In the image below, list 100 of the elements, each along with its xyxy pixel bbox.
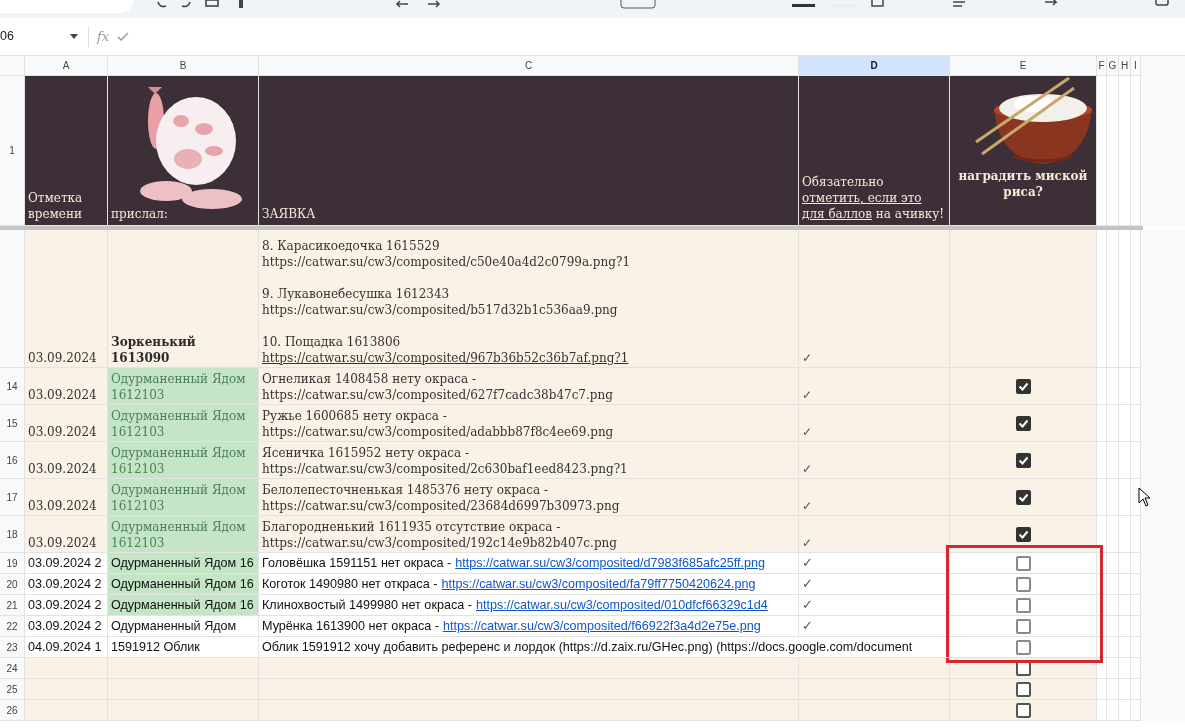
cell-text: Одурманенный Ядом 16 xyxy=(111,596,254,614)
cell-text: 04.09.2024 1 xyxy=(28,638,102,656)
cell-text: https://catwar.su/cw3/composited/adabbb87f8c4ee69.png xyxy=(262,424,615,440)
row-number: 23 xyxy=(6,640,18,655)
cell-text: Ружье 1600685 нету окраса - xyxy=(262,408,448,424)
row-number: 25 xyxy=(6,682,18,697)
link[interactable]: https://catwar.su/cw3/composited/d7983f685afc25ff.png xyxy=(455,553,766,573)
cell-text: 03.09.2024 2 xyxy=(28,575,102,593)
checkbox[interactable] xyxy=(1015,452,1031,468)
redo-icon[interactable] xyxy=(181,1,191,8)
column-header[interactable]: B xyxy=(108,56,259,76)
borders-icon[interactable] xyxy=(871,0,884,7)
cell-text: Одурманенный Ядом 1612103 xyxy=(111,519,247,551)
row-number: 18 xyxy=(6,527,18,542)
column-header[interactable]: E xyxy=(950,56,1097,76)
caret-icon[interactable] xyxy=(70,34,78,39)
row-number: 22 xyxy=(6,619,18,634)
check-mark: ✓ xyxy=(802,461,813,477)
cell-text: Благородненький 1611935 отсутствие окраса - xyxy=(262,519,562,535)
column-title: прислал: xyxy=(111,206,168,222)
align-icon[interactable] xyxy=(952,1,966,7)
link[interactable]: https://catwar.su/cw3/composited/fa79ff7750420624.png xyxy=(441,574,756,594)
undo-icon[interactable] xyxy=(157,1,167,8)
check-mark: ✓ xyxy=(802,424,813,440)
checkbox[interactable] xyxy=(1015,681,1031,697)
row-number: 19 xyxy=(6,556,18,571)
check-mark: ✓ xyxy=(802,535,813,551)
checkbox[interactable] xyxy=(1015,639,1031,655)
cell-text: Одурманенный Ядом 16 xyxy=(111,554,254,572)
row-number: 20 xyxy=(6,577,18,592)
column-title: Отметка времени xyxy=(28,190,84,222)
cell-text: 03.09.2024 xyxy=(28,424,98,440)
link[interactable]: https://catwar.su/cw3/composited/f66922f3a4d2e75e.png xyxy=(442,616,761,636)
column-header[interactable]: A xyxy=(25,56,108,76)
column-header[interactable]: C xyxy=(259,56,799,76)
check-mark: ✓ xyxy=(802,554,813,572)
checkbox[interactable] xyxy=(1015,489,1031,505)
cell-text: 03.09.2024 xyxy=(28,498,98,514)
row-number: 15 xyxy=(6,416,18,431)
sheet-background xyxy=(1141,700,1185,721)
check-mark: ✓ xyxy=(802,575,813,593)
cell-text: 03.09.2024 xyxy=(28,535,98,551)
cell-text: Ясеничка 1615952 нету окраса - xyxy=(262,445,471,461)
check-mark: ✓ xyxy=(802,596,813,614)
row-number: 17 xyxy=(6,490,18,505)
cell-text: https://catwar.su/cw3/composited/c50e40a4d2c0799a.png?1 xyxy=(262,254,632,270)
cell-text: https://catwar.su/cw3/composited/2c630baf1eed8423.png?1 xyxy=(262,461,629,477)
cell-text: Огнеликая 1408458 нету окраса - xyxy=(262,371,478,387)
column-header[interactable]: D xyxy=(799,56,950,76)
check-mark: ✓ xyxy=(802,387,813,403)
cell-text: Коготок 1490980 нет откраса - xyxy=(262,575,438,593)
cell-text: 1591912 Облик xyxy=(111,638,200,656)
cell-text: Зоркенький 1613090 xyxy=(111,334,197,366)
column-title: Обязательно отметить, если это для баллов на ачивку! xyxy=(802,174,946,222)
font-size-field[interactable] xyxy=(620,0,656,9)
checkbox[interactable] xyxy=(1015,597,1031,613)
column-title: наградить миской риса? xyxy=(957,168,1089,200)
cell-text: 03.09.2024 2 xyxy=(28,617,102,635)
cell-text: https://catwar.su/cw3/composited/23684d6997b30973.png xyxy=(262,498,621,514)
checkbox[interactable] xyxy=(1015,618,1031,634)
cell-text: Одурманенный Ядом xyxy=(111,617,237,635)
checkbox[interactable] xyxy=(1015,576,1031,592)
fx-label: fx xyxy=(97,27,110,46)
check-mark: ✓ xyxy=(802,498,813,514)
decrease-decimal-icon[interactable] xyxy=(395,0,409,8)
cell-text: Одурманенный Ядом 1612103 xyxy=(111,371,247,403)
checkbox[interactable] xyxy=(1015,702,1031,718)
column-title: ЗАЯВКА xyxy=(262,206,316,222)
row-number: 16 xyxy=(6,453,18,468)
check-mark: ✓ xyxy=(802,350,813,366)
column-header[interactable]: H xyxy=(1119,56,1131,76)
checkbox[interactable] xyxy=(1015,415,1031,431)
checkbox[interactable] xyxy=(1015,526,1031,542)
column-header[interactable]: I xyxy=(1131,56,1141,76)
name-box[interactable]: 06 xyxy=(0,27,88,46)
cell-text: 03.09.2024 xyxy=(28,350,98,366)
checkbox[interactable] xyxy=(1015,378,1031,394)
cell-text: Одурманенный Ядом 1612103 xyxy=(111,482,247,514)
wrap-icon[interactable] xyxy=(1044,0,1058,6)
cell-text: Головёшка 1591151 нет окраса - xyxy=(262,554,452,572)
checkbox[interactable] xyxy=(1015,555,1031,571)
cell-text: 03.09.2024 xyxy=(28,387,98,403)
cell-text: 9. Лукавонебесушка 1612343 xyxy=(262,286,451,302)
cell-text: Белолепесточненькая 1485376 нету окраса - xyxy=(262,482,549,498)
cell-text: 03.09.2024 xyxy=(28,461,98,477)
link[interactable]: https://catwar.su/cw3/composited/010dfcf66329c1d4 xyxy=(475,595,768,615)
print-icon[interactable] xyxy=(205,0,219,7)
cell-text: Мурёнка 1613900 нет окраса - xyxy=(262,617,439,635)
cell-text: 10. Пощадка 1613806 xyxy=(262,334,402,350)
check-mark: ✓ xyxy=(802,617,813,635)
row-number: 26 xyxy=(6,703,18,718)
cell-text: 03.09.2024 2 xyxy=(28,596,102,614)
increase-decimal-icon[interactable] xyxy=(427,0,441,8)
column-header[interactable]: G xyxy=(1107,56,1119,76)
text-color-icon[interactable] xyxy=(792,4,815,7)
check-icon[interactable] xyxy=(117,32,130,41)
link[interactable]: https://catwar.su/cw3/composited/967b36b52c36b7af.png?1 xyxy=(262,350,795,366)
comment-icon[interactable] xyxy=(1155,0,1169,6)
row-number: 1 xyxy=(9,144,15,158)
cell-text: Одурманенный Ядом 16 xyxy=(111,575,254,593)
